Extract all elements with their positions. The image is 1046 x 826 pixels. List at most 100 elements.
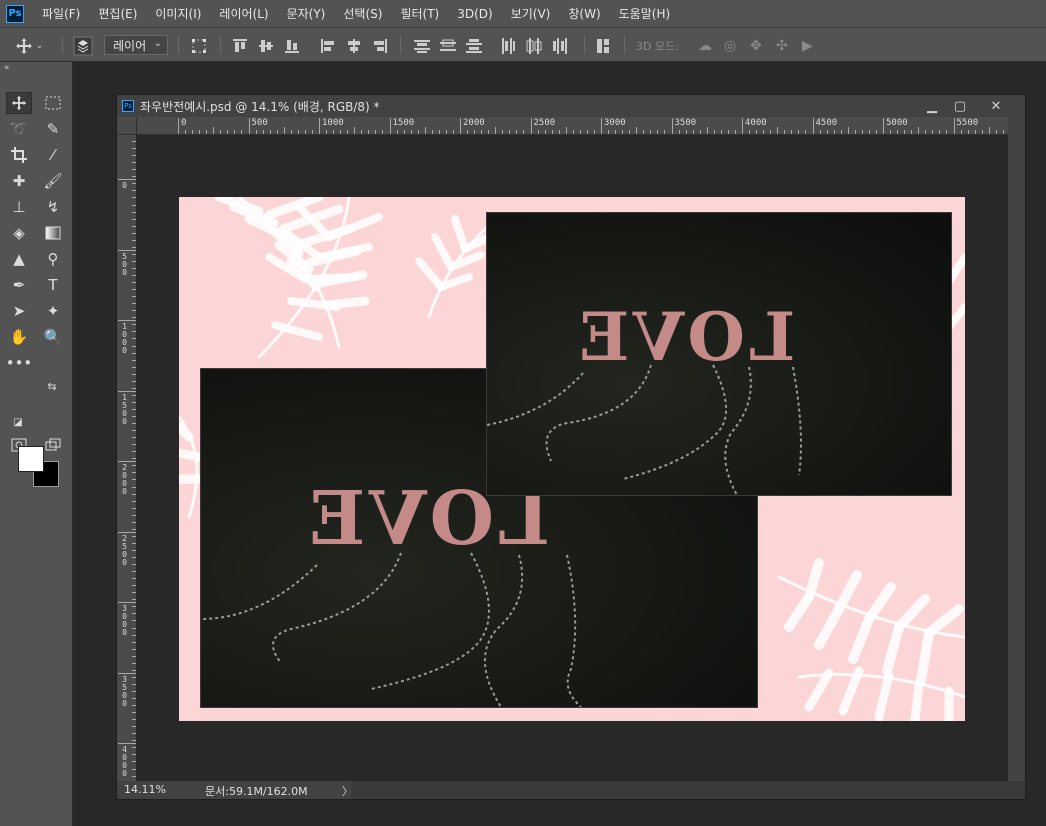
- align-left-icon[interactable]: [318, 28, 338, 63]
- shape-tool-icon[interactable]: ✦: [40, 300, 66, 322]
- ruler-subtick: [481, 130, 483, 134]
- collapse-panel-icon[interactable]: «: [4, 63, 10, 73]
- dodge-tool-icon[interactable]: ⚲: [40, 248, 66, 270]
- distribute-bottom-icon[interactable]: [462, 28, 486, 63]
- move-tool-preset-icon[interactable]: ⌄: [14, 28, 44, 63]
- foreground-color-swatch[interactable]: [18, 446, 44, 472]
- ruler-subtick: [890, 130, 892, 134]
- ruler-subtick: [452, 130, 454, 134]
- brush-tool-icon[interactable]: 🖌: [40, 170, 66, 192]
- roll-3d-icon[interactable]: ◎: [724, 28, 736, 63]
- align-horizontal-center-icon[interactable]: [344, 28, 364, 63]
- menu-layer[interactable]: 레이어(L): [219, 5, 268, 22]
- history-brush-icon[interactable]: ↯: [40, 196, 66, 218]
- path-select-tool-icon[interactable]: ➤: [6, 300, 32, 322]
- gradient-tool-icon[interactable]: [40, 222, 66, 244]
- vertical-scrollbar[interactable]: [1008, 117, 1025, 781]
- menu-view[interactable]: 보기(V): [511, 5, 551, 22]
- ruler-subtick: [819, 130, 821, 134]
- menu-type[interactable]: 문자(Y): [287, 5, 326, 22]
- menu-filter[interactable]: 필터(T): [400, 5, 439, 22]
- scale-3d-icon[interactable]: ▶: [802, 28, 813, 63]
- ruler-label: 500: [251, 118, 268, 128]
- menu-file[interactable]: 파일(F): [42, 5, 80, 22]
- auto-select-icon[interactable]: [70, 28, 96, 63]
- distribute-right-icon[interactable]: [548, 28, 572, 63]
- align-top-icon[interactable]: [230, 28, 250, 63]
- distribute-left-icon[interactable]: [496, 28, 520, 63]
- menu-help[interactable]: 도움말(H): [619, 5, 671, 22]
- crop-tool-icon[interactable]: [6, 144, 32, 166]
- ruler-subtick: [403, 130, 405, 134]
- marquee-tool-icon[interactable]: [40, 92, 66, 114]
- zoom-tool-icon[interactable]: 🔍: [40, 326, 66, 348]
- ruler-subtick: [861, 130, 863, 134]
- canvas-area[interactable]: LOVE LOVE: [136, 135, 1008, 781]
- distribute-horizontal-center-icon[interactable]: [522, 28, 546, 63]
- healing-brush-icon[interactable]: ✚: [6, 170, 32, 192]
- eyedropper-tool-icon[interactable]: ⁄: [40, 144, 66, 166]
- move-tool-icon[interactable]: [6, 92, 32, 114]
- menu-3d[interactable]: 3D(D): [457, 7, 492, 21]
- transform-controls-icon[interactable]: [188, 28, 210, 63]
- ruler-subtick: [833, 130, 835, 134]
- ruler-subtick: [467, 130, 469, 134]
- minimize-icon[interactable]: ▁: [919, 95, 945, 117]
- swap-colors-icon[interactable]: ⇆: [44, 378, 60, 394]
- ruler-subtick: [897, 130, 899, 134]
- horizontal-ruler[interactable]: 0 500 1000 1500 2000 2500 3000 3500 4000 4500 5000…: [136, 117, 1008, 135]
- menu-image[interactable]: 이미지(I): [155, 5, 201, 22]
- orbit-3d-icon[interactable]: ☁: [698, 28, 712, 63]
- document-tab[interactable]: Ps 좌우반전예시.psd @ 14.1% (배경, RGB/8) * ▁ ▢ …: [117, 95, 1025, 117]
- close-icon[interactable]: ✕: [983, 95, 1009, 117]
- ruler-subtick: [516, 130, 518, 134]
- distribute-top-icon[interactable]: [410, 28, 434, 63]
- ruler-subtick: [911, 130, 913, 134]
- pen-tool-icon[interactable]: ✒: [6, 274, 32, 296]
- ruler-origin[interactable]: [117, 117, 137, 135]
- lasso-tool-icon[interactable]: ➰: [6, 118, 32, 140]
- hand-tool-icon[interactable]: ✋: [6, 326, 32, 348]
- ruler-label: 1500: [122, 392, 127, 426]
- ruler-subtick: [297, 130, 299, 134]
- blur-tool-icon[interactable]: ▲: [6, 248, 32, 270]
- chevron-down-icon: ⌄: [153, 38, 162, 49]
- ruler-subtick: [333, 130, 335, 134]
- ruler-subtick: [925, 130, 927, 134]
- photo-layer-top[interactable]: LOVE: [487, 213, 951, 495]
- ruler-tick: [953, 118, 955, 134]
- ruler-subtick: [558, 130, 560, 134]
- default-colors-icon[interactable]: ◪: [10, 414, 26, 430]
- menu-window[interactable]: 창(W): [568, 5, 600, 22]
- pan-3d-icon[interactable]: ✥: [750, 28, 762, 63]
- horizontal-scrollbar[interactable]: [351, 781, 1025, 799]
- ruler-subtick: [368, 130, 370, 134]
- align-bottom-icon[interactable]: [282, 28, 302, 63]
- auto-align-layers-icon[interactable]: [592, 28, 616, 63]
- ruler-subtick: [664, 130, 666, 134]
- quick-select-tool-icon[interactable]: ✎: [40, 118, 66, 140]
- ruler-subtick: [276, 130, 278, 134]
- maximize-icon[interactable]: ▢: [947, 95, 973, 117]
- ruler-subtick: [579, 130, 581, 134]
- eraser-tool-icon[interactable]: ◈: [6, 222, 32, 244]
- menu-edit[interactable]: 편집(E): [98, 5, 137, 22]
- align-right-icon[interactable]: [370, 28, 390, 63]
- align-vertical-center-icon[interactable]: [256, 28, 276, 63]
- stamp-tool-icon[interactable]: ⊥: [6, 196, 32, 218]
- ruler-tick: [742, 118, 743, 134]
- ruler-subtick: [424, 127, 426, 134]
- distribute-vertical-center-icon[interactable]: [436, 28, 460, 63]
- menu-select[interactable]: 선택(S): [343, 5, 382, 22]
- vertical-ruler[interactable]: 005001000150020002500300035004000: [117, 117, 137, 781]
- ruler-label: 0: [181, 118, 187, 128]
- ruler-subtick: [375, 130, 377, 134]
- type-tool-icon[interactable]: T: [40, 274, 66, 296]
- document-size-info[interactable]: 문서:59.1M/162.0M: [205, 783, 308, 799]
- auto-select-dropdown[interactable]: 레이어 ⌄: [104, 35, 168, 55]
- image-canvas[interactable]: LOVE LOVE: [179, 197, 965, 721]
- ruler-subtick: [283, 127, 285, 134]
- zoom-level[interactable]: 14.11%: [124, 783, 166, 796]
- more-tools-icon[interactable]: •••: [6, 352, 33, 374]
- slide-3d-icon[interactable]: ✣: [776, 28, 788, 63]
